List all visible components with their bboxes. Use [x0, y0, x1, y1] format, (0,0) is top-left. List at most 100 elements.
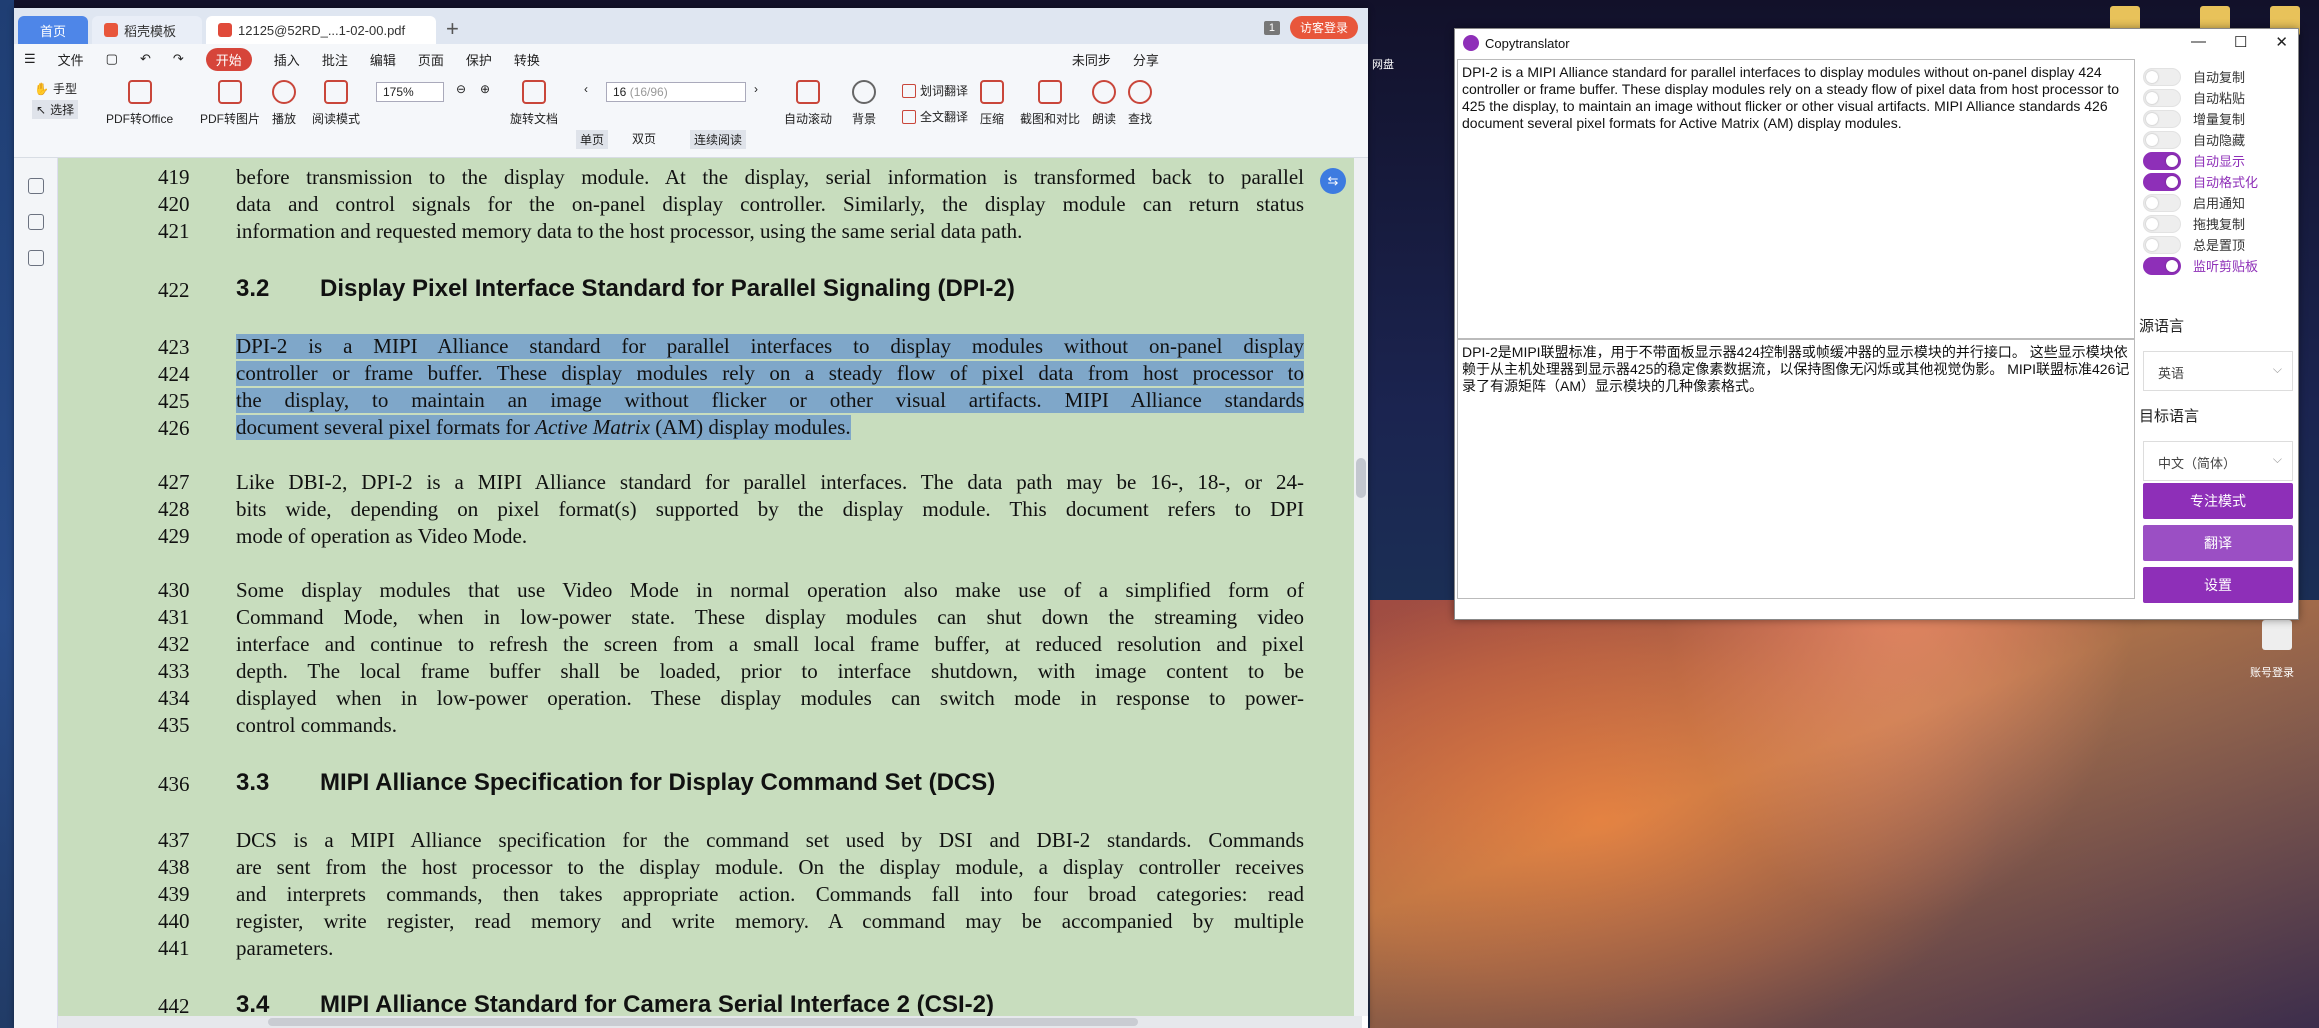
- vertical-scroll-thumb[interactable]: [1356, 458, 1366, 498]
- pdf-to-image-button[interactable]: PDF转图片: [200, 80, 260, 127]
- word-translate-button[interactable]: 划词翻译: [902, 82, 968, 99]
- hand-tool[interactable]: ✋ 手型: [34, 80, 77, 97]
- maximize-icon[interactable]: ☐: [2234, 33, 2247, 51]
- read-aloud-button[interactable]: 朗读: [1092, 80, 1116, 127]
- window-count-badge[interactable]: 1: [1263, 20, 1280, 35]
- new-tab-button[interactable]: +: [446, 16, 459, 42]
- switch[interactable]: [2143, 151, 2181, 170]
- horizontal-scroll-thumb[interactable]: [268, 1018, 1138, 1026]
- prev-page-icon[interactable]: ‹: [584, 82, 588, 96]
- desktop-label-netdisk: 网盘: [1372, 59, 1394, 71]
- full-translate-button[interactable]: 全文翻译: [902, 108, 968, 125]
- horizontal-scrollbar[interactable]: [58, 1016, 1362, 1028]
- tab-document[interactable]: 12125@52RD_...1-02-00.pdf: [206, 16, 436, 44]
- source-language-select[interactable]: 英语 ⌵: [2143, 351, 2293, 391]
- select-tool[interactable]: ↖ 选择: [32, 100, 79, 119]
- selected-text-line[interactable]: document several pixel formats for Activ…: [236, 415, 851, 440]
- toggle-notify[interactable]: 启用通知: [2143, 193, 2245, 212]
- translate-float-button[interactable]: ⇆: [1320, 168, 1346, 194]
- line-number: 439: [158, 882, 190, 906]
- vertical-scrollbar[interactable]: [1354, 158, 1368, 1016]
- switch[interactable]: [2143, 172, 2181, 191]
- source-textarea[interactable]: DPI-2 is a MIPI Alliance standard for pa…: [1457, 59, 2135, 339]
- doc-text-line: Like DBI-2, DPI-2 is a MIPI Alliance sta…: [236, 470, 1304, 494]
- compress-button[interactable]: 压缩: [980, 80, 1004, 127]
- find-button[interactable]: 查找: [1128, 80, 1152, 127]
- line-number: 425: [158, 389, 190, 413]
- play-button[interactable]: 播放: [272, 80, 296, 127]
- annotation-icon[interactable]: [28, 250, 44, 266]
- toggle-auto-format[interactable]: 自动格式化: [2143, 172, 2258, 191]
- desktop-left-edge: [0, 0, 14, 1028]
- zoom-in-icon[interactable]: ⊕: [480, 82, 490, 96]
- switch[interactable]: [2143, 214, 2181, 233]
- switch[interactable]: [2143, 235, 2181, 254]
- menu-page[interactable]: 页面: [418, 50, 444, 69]
- redo-icon[interactable]: ↷: [173, 51, 184, 67]
- toggle-auto-show[interactable]: 自动显示: [2143, 151, 2245, 170]
- switch[interactable]: [2143, 67, 2181, 86]
- settings-button[interactable]: 设置: [2143, 567, 2293, 603]
- undo-icon[interactable]: ↶: [140, 51, 151, 67]
- result-textarea[interactable]: DPI-2是MIPI联盟标准，用于不带面板显示器424控制器或帧缓冲器的显示模块…: [1457, 339, 2135, 599]
- page-number-input[interactable]: 16 (16/96): [606, 82, 746, 102]
- translate-button[interactable]: 翻译: [2143, 525, 2293, 561]
- rotate-button[interactable]: 旋转文档: [510, 80, 558, 127]
- menu-file[interactable]: 文件: [58, 50, 84, 69]
- share-button[interactable]: 分享: [1133, 50, 1159, 69]
- menu-convert[interactable]: 转换: [514, 50, 540, 69]
- read-mode-button[interactable]: 阅读模式: [312, 80, 360, 127]
- menu-start[interactable]: 开始: [205, 47, 252, 71]
- zoom-select[interactable]: 175%: [376, 82, 444, 102]
- toggle-incremental-copy[interactable]: 增量复制: [2143, 109, 2245, 128]
- toggle-drag-copy[interactable]: 拖拽复制: [2143, 214, 2245, 233]
- bookmark-icon[interactable]: [28, 178, 44, 194]
- toggle-auto-hide[interactable]: 自动隐藏: [2143, 130, 2245, 149]
- section-number: 3.3: [236, 769, 270, 796]
- switch[interactable]: [2143, 256, 2181, 275]
- screenshot-compare-button[interactable]: 截图和对比: [1020, 80, 1080, 127]
- zoom-out-icon[interactable]: ⊖: [456, 82, 466, 96]
- toggle-listen-clipboard[interactable]: 监听剪贴板: [2143, 256, 2258, 275]
- section-number: 3.4: [236, 991, 270, 1016]
- switch[interactable]: [2143, 109, 2181, 128]
- line-number: 423: [158, 335, 190, 359]
- next-page-icon[interactable]: ›: [754, 82, 758, 96]
- pdf-to-office-button[interactable]: PDF转Office: [106, 80, 173, 127]
- minimize-icon[interactable]: —: [2191, 33, 2206, 51]
- target-language-select[interactable]: 中文（简体） ⌵: [2143, 441, 2293, 481]
- rotate-label: 旋转文档: [510, 112, 559, 126]
- double-page-button[interactable]: 双页: [632, 130, 656, 147]
- menu-insert[interactable]: 插入: [274, 50, 300, 69]
- single-page-button[interactable]: 单页: [576, 130, 609, 149]
- thumbnail-icon[interactable]: [28, 214, 44, 230]
- switch[interactable]: [2143, 130, 2181, 149]
- toggle-always-on-top[interactable]: 总是置顶: [2143, 235, 2245, 254]
- play-icon: [272, 80, 296, 104]
- switch[interactable]: [2143, 193, 2181, 212]
- focus-mode-button[interactable]: 专注模式: [2143, 483, 2293, 519]
- tab-home[interactable]: 首页: [18, 16, 88, 44]
- close-icon[interactable]: ✕: [2275, 33, 2288, 51]
- selected-text-line[interactable]: controller or frame buffer. These displa…: [236, 361, 1304, 386]
- selected-text-line[interactable]: DPI-2 is a MIPI Alliance standard for pa…: [236, 334, 1304, 359]
- guest-login-button[interactable]: 访客登录: [1289, 16, 1358, 39]
- sync-status[interactable]: 未同步: [1072, 50, 1111, 69]
- hamburger-icon[interactable]: ☰: [24, 51, 36, 67]
- tab-templates[interactable]: 稻壳模板: [92, 16, 202, 44]
- continuous-button[interactable]: 连续阅读: [690, 130, 747, 149]
- desktop-label-account: 账号登录: [2250, 667, 2294, 679]
- switch[interactable]: [2143, 88, 2181, 107]
- toggle-auto-copy[interactable]: 自动复制: [2143, 67, 2245, 86]
- toggle-auto-paste[interactable]: 自动粘贴: [2143, 88, 2245, 107]
- auto-scroll-button[interactable]: 自动滚动: [784, 80, 832, 127]
- menu-bar: ☰ 文件 ▢ ↶ ↷ 开始 插入 批注 编辑 页面 保护 转换 未同步 分享: [14, 44, 1368, 74]
- save-icon[interactable]: ▢: [106, 51, 118, 67]
- app-icon[interactable]: [2262, 620, 2292, 650]
- menu-annotate[interactable]: 批注: [322, 50, 348, 69]
- menu-edit[interactable]: 编辑: [370, 50, 396, 69]
- pdf-to-office-icon: [127, 80, 152, 104]
- menu-protect[interactable]: 保护: [466, 50, 492, 69]
- background-button[interactable]: 背景: [852, 80, 876, 127]
- selected-text-line[interactable]: the display, to maintain an image withou…: [236, 388, 1304, 413]
